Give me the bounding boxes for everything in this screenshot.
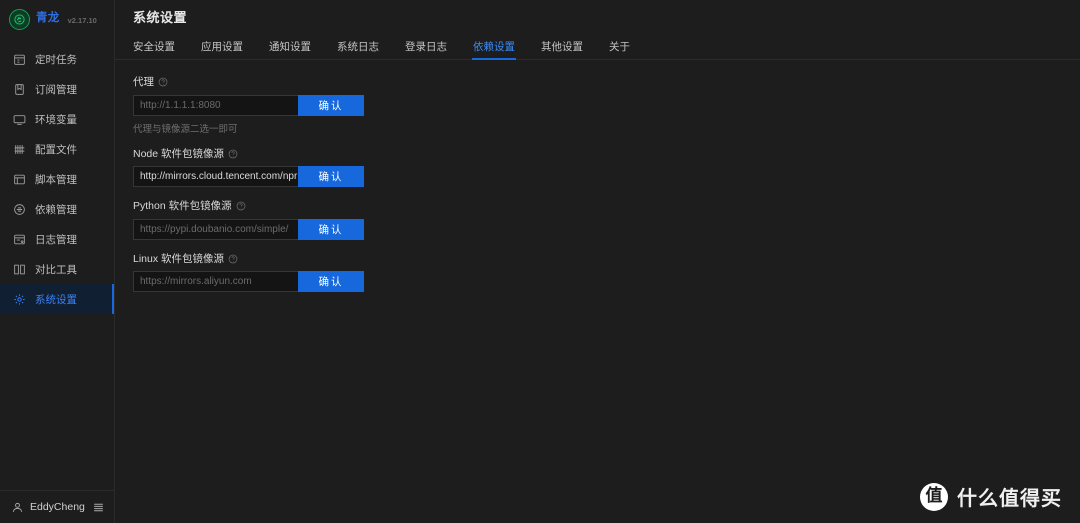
qinglong-dragon-icon [9,8,30,30]
sidebar-item-依赖管理[interactable]: 依赖管理 [0,194,114,224]
python-mirror-input[interactable]: https://pypi.doubanio.com/simple/ [133,218,298,240]
node-mirror-input[interactable]: http://mirrors.cloud.tencent.com/npr [133,166,298,187]
question-circle-icon[interactable] [158,77,168,87]
input-row: http://mirrors.cloud.tencent.com/npr 确认 [133,166,1080,187]
python-confirm-button[interactable]: 确认 [298,218,364,240]
settings-tabbar: 安全设置 应用设置 通知设置 系统日志 登录日志 依赖设置 其他设置 关于 [115,32,1080,60]
linux-confirm-button[interactable]: 确认 [298,271,364,292]
sidebar-item-定时任务[interactable]: 定时任务 [0,44,114,74]
sidebar-item-label: 环境变量 [35,113,77,126]
dependency-settings-form: 代理 http://1.1.1.1:8080 确认 代理与镜像源二选一即可 No… [115,60,1080,292]
linux-mirror-input[interactable]: https://mirrors.aliyun.com [133,271,298,292]
monitor-icon [13,113,26,126]
dependency-icon [13,203,26,216]
schedule-icon [13,53,26,66]
sidebar-item-脚本管理[interactable]: 脚本管理 [0,164,114,194]
field-label: Python 软件包镜像源 [133,201,1080,212]
tab-登录日志[interactable]: 登录日志 [405,40,447,60]
page-title: 系统设置 [133,9,188,25]
sidebar-item-label: 订阅管理 [35,83,77,96]
proxy-input[interactable]: http://1.1.1.1:8080 [133,94,298,116]
sidebar-user-footer: EddyCheng [0,490,114,523]
log-icon [13,233,26,246]
tab-应用设置[interactable]: 应用设置 [201,40,243,60]
diff-tool-icon [13,263,26,276]
brand-name: 青龙 [36,12,60,25]
subscription-icon [13,83,26,96]
sidebar-item-label: 系统设置 [35,293,77,306]
input-row: https://mirrors.aliyun.com 确认 [133,271,1080,292]
sidebar-item-label: 日志管理 [35,233,77,246]
tab-label: 通知设置 [269,40,311,53]
tab-关于[interactable]: 关于 [609,40,630,60]
tab-label: 安全设置 [133,40,175,53]
sidebar-nav: 定时任务 订阅管理 环境变量 配置文件 脚本管理 依赖管理 日志管理 对比工具 … [0,44,114,314]
field-proxy: 代理 http://1.1.1.1:8080 确认 代理与镜像源二选一即可 [133,77,1080,135]
field-label: Node 软件包镜像源 [133,147,1080,160]
field-linux-mirror: Linux 软件包镜像源 https://mirrors.aliyun.com … [133,252,1080,292]
sidebar-item-label: 对比工具 [35,263,77,276]
script-icon [13,173,26,186]
tab-依赖设置[interactable]: 依赖设置 [472,40,516,60]
question-circle-icon[interactable] [228,149,238,159]
input-row: http://1.1.1.1:8080 确认 [133,94,1080,116]
label-text: 代理 [133,76,154,88]
tab-label: 关于 [609,40,630,53]
field-label: 代理 [133,77,1080,88]
gear-icon [13,293,26,306]
username-label: EddyCheng [30,501,85,513]
field-label: Linux 软件包镜像源 [133,252,1080,265]
watermark: 值 什么值得买 [920,482,1062,511]
main-content: 系统设置 安全设置 应用设置 通知设置 系统日志 登录日志 依赖设置 其他设置 … [115,0,1080,523]
tab-label: 依赖设置 [473,40,515,53]
sidebar-item-环境变量[interactable]: 环境变量 [0,104,114,134]
brand-logo[interactable]: 青龙 v2.17.10 [0,0,114,38]
input-row: https://pypi.doubanio.com/simple/ 确认 [133,218,1080,240]
label-text: Linux 软件包镜像源 [133,252,225,265]
tab-label: 应用设置 [201,40,243,53]
tab-系统日志[interactable]: 系统日志 [337,40,379,60]
tab-label: 其他设置 [541,40,583,53]
sidebar: 青龙 v2.17.10 定时任务 订阅管理 环境变量 配置文件 脚本管理 依赖管… [0,0,115,523]
label-text: Python 软件包镜像源 [133,200,232,212]
watermark-text: 什么值得买 [957,488,1062,510]
label-text: Node 软件包镜像源 [133,147,225,160]
sidebar-item-label: 定时任务 [35,53,77,66]
proxy-confirm-button[interactable]: 确认 [298,94,364,116]
page-header: 系统设置 [115,0,1080,32]
list-menu-icon[interactable] [92,501,105,514]
sidebar-item-label: 配置文件 [35,143,77,156]
smzdm-logo-icon: 值 [920,482,948,511]
tab-安全设置[interactable]: 安全设置 [133,40,175,60]
sidebar-item-订阅管理[interactable]: 订阅管理 [0,74,114,104]
config-file-icon [13,143,26,156]
proxy-hint: 代理与镜像源二选一即可 [133,123,238,135]
field-python-mirror: Python 软件包镜像源 https://pypi.doubanio.com/… [133,201,1080,240]
node-confirm-button[interactable]: 确认 [298,166,364,187]
user-icon[interactable] [11,501,24,514]
sidebar-item-配置文件[interactable]: 配置文件 [0,134,114,164]
sidebar-item-系统设置[interactable]: 系统设置 [0,284,114,314]
sidebar-item-对比工具[interactable]: 对比工具 [0,254,114,284]
question-circle-icon[interactable] [228,254,238,264]
tab-其他设置[interactable]: 其他设置 [541,40,583,60]
field-node-mirror: Node 软件包镜像源 http://mirrors.cloud.tencent… [133,147,1080,187]
tab-label: 系统日志 [337,40,379,53]
brand-version: v2.17.10 [67,15,97,25]
sidebar-item-label: 脚本管理 [35,173,77,186]
tab-label: 登录日志 [405,40,447,53]
question-circle-icon[interactable] [236,201,246,211]
app-root: 青龙 v2.17.10 定时任务 订阅管理 环境变量 配置文件 脚本管理 依赖管… [0,0,1080,523]
tab-通知设置[interactable]: 通知设置 [269,40,311,60]
sidebar-item-日志管理[interactable]: 日志管理 [0,224,114,254]
sidebar-item-label: 依赖管理 [35,203,77,216]
